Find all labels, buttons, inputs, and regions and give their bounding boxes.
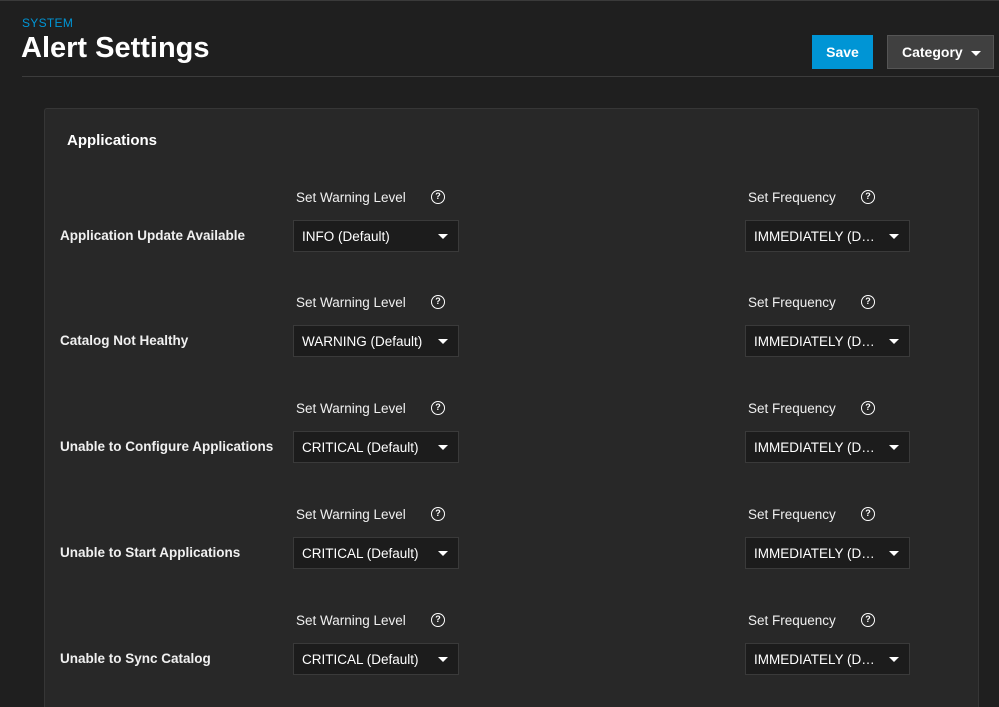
help-icon[interactable]: ? bbox=[431, 613, 445, 627]
card-title: Applications bbox=[67, 132, 158, 149]
frequency-label: Set Frequency bbox=[748, 507, 836, 522]
chevron-down-icon bbox=[889, 657, 899, 662]
chevron-down-icon bbox=[971, 51, 981, 56]
chevron-down-icon bbox=[889, 339, 899, 344]
frequency-value: IMMEDIATELY (Default) bbox=[754, 439, 882, 455]
section-label: SYSTEM bbox=[22, 16, 74, 30]
frequency-label: Set Frequency bbox=[748, 295, 836, 310]
alert-name: Unable to Configure Applications bbox=[60, 439, 274, 454]
frequency-select[interactable]: IMMEDIATELY (Default) bbox=[745, 325, 910, 357]
warning-level-select[interactable]: WARNING (Default) bbox=[293, 325, 459, 357]
category-label: Category bbox=[902, 44, 963, 60]
warning-level-value: WARNING (Default) bbox=[302, 333, 423, 349]
warning-level-select[interactable]: CRITICAL (Default) bbox=[293, 537, 459, 569]
frequency-label: Set Frequency bbox=[748, 401, 836, 416]
frequency-value: IMMEDIATELY (Default) bbox=[754, 545, 882, 561]
help-icon[interactable]: ? bbox=[861, 507, 875, 521]
warning-level-select[interactable]: CRITICAL (Default) bbox=[293, 643, 459, 675]
alert-name: Catalog Not Healthy bbox=[60, 333, 189, 348]
frequency-select[interactable]: IMMEDIATELY (Default) bbox=[745, 643, 910, 675]
frequency-label: Set Frequency bbox=[748, 190, 836, 205]
warning-level-value: CRITICAL (Default) bbox=[302, 439, 419, 455]
applications-card: Applications Application Update Availabl… bbox=[44, 108, 979, 707]
help-icon[interactable]: ? bbox=[861, 613, 875, 627]
warning-level-value: INFO (Default) bbox=[302, 228, 390, 244]
alert-row: Unable to Start Applications Set Warning… bbox=[45, 507, 980, 597]
warning-level-select[interactable]: INFO (Default) bbox=[293, 220, 459, 252]
frequency-value: IMMEDIATELY (Default) bbox=[754, 333, 882, 349]
warning-level-label: Set Warning Level bbox=[296, 507, 406, 522]
help-icon[interactable]: ? bbox=[861, 401, 875, 415]
chevron-down-icon bbox=[889, 445, 899, 450]
warning-level-label: Set Warning Level bbox=[296, 613, 406, 628]
alert-name: Application Update Available bbox=[60, 228, 246, 243]
warning-level-value: CRITICAL (Default) bbox=[302, 545, 419, 561]
warning-level-label: Set Warning Level bbox=[296, 401, 406, 416]
frequency-value: IMMEDIATELY (Default) bbox=[754, 651, 882, 667]
alert-name: Unable to Sync Catalog bbox=[60, 651, 211, 666]
page-title: Alert Settings bbox=[21, 32, 210, 64]
frequency-select[interactable]: IMMEDIATELY (Default) bbox=[745, 220, 910, 252]
warning-level-select[interactable]: CRITICAL (Default) bbox=[293, 431, 459, 463]
warning-level-label: Set Warning Level bbox=[296, 190, 406, 205]
frequency-select[interactable]: IMMEDIATELY (Default) bbox=[745, 431, 910, 463]
help-icon[interactable]: ? bbox=[431, 295, 445, 309]
header-divider bbox=[22, 76, 999, 77]
chevron-down-icon bbox=[438, 339, 448, 344]
category-dropdown[interactable]: Category bbox=[887, 35, 994, 69]
chevron-down-icon bbox=[438, 657, 448, 662]
warning-level-label: Set Warning Level bbox=[296, 295, 406, 310]
frequency-value: IMMEDIATELY (Default) bbox=[754, 228, 882, 244]
frequency-select[interactable]: IMMEDIATELY (Default) bbox=[745, 537, 910, 569]
alert-row: Unable to Sync Catalog Set Warning Level… bbox=[45, 613, 980, 703]
help-icon[interactable]: ? bbox=[861, 295, 875, 309]
alert-row: Application Update Available Set Warning… bbox=[45, 190, 980, 280]
chevron-down-icon bbox=[889, 234, 899, 239]
chevron-down-icon bbox=[889, 551, 899, 556]
alert-row: Unable to Configure Applications Set War… bbox=[45, 401, 980, 491]
chevron-down-icon bbox=[438, 445, 448, 450]
help-icon[interactable]: ? bbox=[861, 190, 875, 204]
save-button[interactable]: Save bbox=[812, 35, 873, 69]
help-icon[interactable]: ? bbox=[431, 190, 445, 204]
alert-row: Catalog Not Healthy Set Warning Level ? … bbox=[45, 295, 980, 385]
chevron-down-icon bbox=[438, 551, 448, 556]
frequency-label: Set Frequency bbox=[748, 613, 836, 628]
help-icon[interactable]: ? bbox=[431, 507, 445, 521]
alert-name: Unable to Start Applications bbox=[60, 545, 241, 560]
chevron-down-icon bbox=[438, 234, 448, 239]
help-icon[interactable]: ? bbox=[431, 401, 445, 415]
warning-level-value: CRITICAL (Default) bbox=[302, 651, 419, 667]
